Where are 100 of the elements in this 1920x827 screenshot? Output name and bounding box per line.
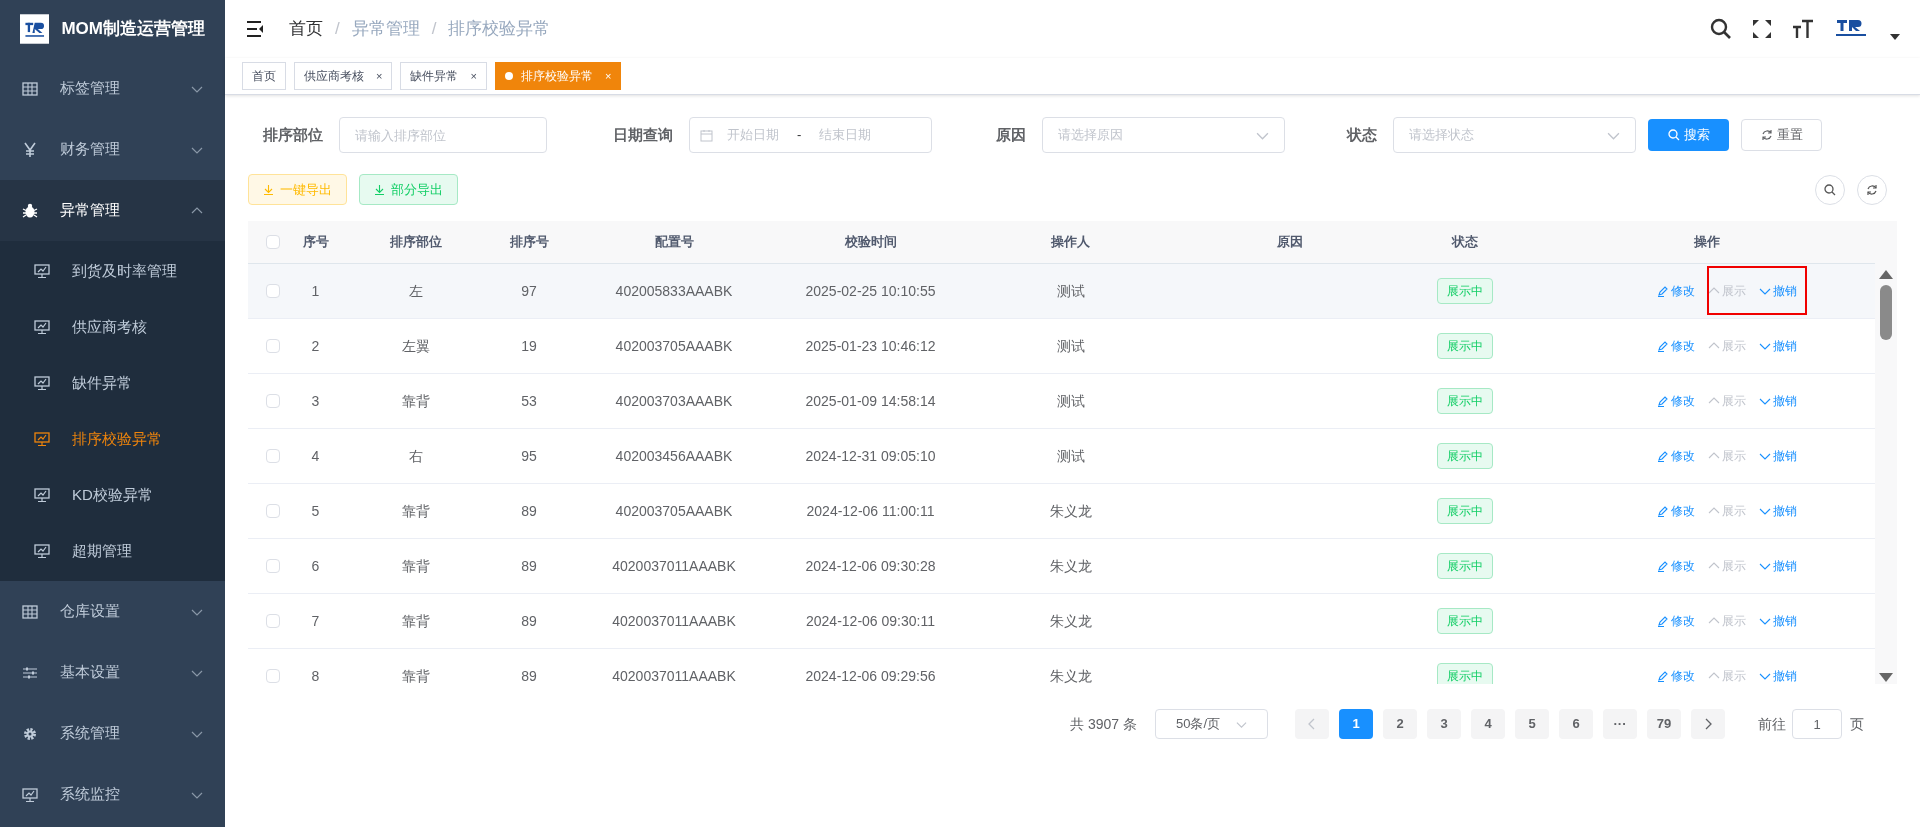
sidebar-subitem[interactable]: 缺件异常 (0, 355, 225, 411)
text-input[interactable]: 请输入排序部位 (339, 117, 547, 153)
row-action-link[interactable]: 撤销 (1758, 612, 1797, 630)
monitor-chart-icon (34, 543, 50, 559)
row-action-link[interactable]: 修改 (1656, 667, 1695, 684)
row-action-link[interactable]: 修改 (1656, 612, 1695, 630)
page-size-select[interactable]: 50条/页 (1155, 709, 1268, 739)
table-cell: 靠背 (401, 667, 430, 684)
table-cell: 2025-01-09 14:58:14 (805, 392, 936, 409)
table-cell: 左 (408, 282, 423, 299)
search-icon[interactable] (1710, 18, 1732, 40)
row-action-link[interactable]: 撤销 (1758, 282, 1797, 300)
date-range-picker[interactable]: 开始日期 - 结束日期 (689, 117, 932, 153)
table-cell: 4020037011AAABK (612, 557, 736, 574)
select-all-checkbox[interactable] (266, 235, 280, 249)
row-action-link[interactable]: 撤销 (1758, 667, 1797, 684)
refresh-icon (1866, 183, 1878, 196)
row-checkbox[interactable] (266, 559, 280, 573)
page-button[interactable]: 5 (1515, 709, 1549, 739)
sidebar-subitem[interactable]: KD校验异常 (0, 467, 225, 523)
fullscreen-icon[interactable] (1752, 19, 1772, 39)
row-action-link[interactable]: 撤销 (1758, 502, 1797, 520)
table-cell: 测试 (1056, 282, 1085, 299)
page-button[interactable]: 4 (1471, 709, 1505, 739)
table-cell: 402005833AAABK (615, 282, 733, 299)
caret-icon[interactable] (1890, 34, 1900, 40)
row-action-link[interactable]: 修改 (1656, 502, 1695, 520)
table-cell: 2024-12-06 09:30:11 (806, 612, 935, 629)
sidebar-item[interactable]: 系统监控 (0, 764, 225, 825)
pencil-icon (1656, 505, 1669, 517)
status-tag: 展示中 (1437, 498, 1493, 524)
row-checkbox[interactable] (266, 504, 280, 518)
row-action-link[interactable]: 撤销 (1758, 337, 1797, 355)
pencil-icon (1656, 615, 1669, 627)
table-cell: 89 (521, 557, 537, 574)
sidebar-item[interactable]: 仓库设置 (0, 581, 225, 642)
sidebar-subitem[interactable]: 排序校验异常 (0, 411, 225, 467)
close-icon[interactable]: × (376, 67, 383, 85)
row-checkbox[interactable] (266, 339, 280, 353)
sidebar-item[interactable]: 基本设置 (0, 642, 225, 703)
scrollbar-thumb[interactable] (1880, 285, 1892, 340)
table-cell: 2 (311, 337, 320, 354)
sidebar-item[interactable]: 异常管理 (0, 180, 225, 241)
page-button[interactable]: 3 (1427, 709, 1461, 739)
row-action-link[interactable]: 修改 (1656, 282, 1695, 300)
table-cell: 402003705AAABK (615, 337, 733, 354)
row-checkbox[interactable] (266, 449, 280, 463)
row-action-link[interactable]: 撤销 (1758, 392, 1797, 410)
breadcrumb-item[interactable]: 首页 (289, 16, 323, 42)
column-header: 状态 (1450, 233, 1479, 252)
row-action-link[interactable]: 修改 (1656, 337, 1695, 355)
sidebar-subitem[interactable]: 供应商考核 (0, 299, 225, 355)
row-action-link[interactable]: 修改 (1656, 447, 1695, 465)
table-cell: 7 (311, 612, 320, 629)
table-cell: 4 (311, 447, 320, 464)
row-checkbox[interactable] (266, 394, 280, 408)
table-cell: 靠背 (401, 557, 430, 574)
row-checkbox[interactable] (266, 284, 280, 298)
sidebar-item[interactable]: 标签管理 (0, 58, 225, 119)
scrollbar[interactable] (1875, 221, 1897, 684)
table-cell: 89 (521, 502, 537, 519)
row-action-link[interactable]: 撤销 (1758, 447, 1797, 465)
row-action-link[interactable]: 修改 (1656, 392, 1695, 410)
menu-fold-icon[interactable] (245, 20, 265, 38)
scroll-down-icon[interactable] (1879, 673, 1893, 682)
search-icon (1824, 183, 1836, 196)
page-button[interactable]: 2 (1383, 709, 1417, 739)
tab[interactable]: 首页 (242, 62, 286, 90)
page-button[interactable]: ··· (1603, 709, 1637, 739)
font-size-icon[interactable] (1792, 19, 1814, 39)
column-header: 排序号 (508, 233, 550, 252)
gear-icon (22, 725, 38, 742)
chevron-right-icon (1704, 718, 1712, 730)
close-icon[interactable]: × (470, 67, 477, 85)
sidebar-item[interactable]: 财务管理 (0, 119, 225, 180)
reset-button[interactable]: 重置 (1741, 119, 1822, 151)
search-button[interactable]: 搜索 (1648, 119, 1729, 151)
scroll-up-icon[interactable] (1879, 270, 1893, 279)
table-cell: 朱义龙 (1049, 502, 1092, 519)
page-number-input[interactable]: 1 (1792, 709, 1842, 739)
column-header: 操作人 (1050, 233, 1091, 252)
sidebar-subitem[interactable]: 到货及时率管理 (0, 243, 225, 299)
tab[interactable]: 供应商考核 × (294, 62, 393, 90)
download-icon (263, 184, 274, 195)
sidebar-item[interactable]: 系统管理 (0, 703, 225, 764)
column-header: 校验时间 (843, 233, 898, 252)
row-action-link[interactable]: 撤销 (1758, 557, 1797, 575)
row-checkbox[interactable] (266, 614, 280, 628)
app-title: MOM制造运营管理 (61, 18, 205, 41)
sidebar-subitem[interactable]: 超期管理 (0, 523, 225, 579)
page-button[interactable]: 1 (1339, 709, 1373, 739)
row-action-link[interactable]: 修改 (1656, 557, 1695, 575)
next-page-button[interactable] (1691, 709, 1725, 739)
tab[interactable]: 缺件异常 × (400, 62, 487, 90)
yen-icon (22, 141, 38, 158)
page-button[interactable]: 6 (1559, 709, 1593, 739)
page-button[interactable]: 79 (1647, 709, 1681, 739)
row-checkbox[interactable] (266, 669, 280, 683)
table-icon (22, 603, 38, 620)
table-cell: 2025-01-23 10:46:12 (805, 337, 936, 354)
